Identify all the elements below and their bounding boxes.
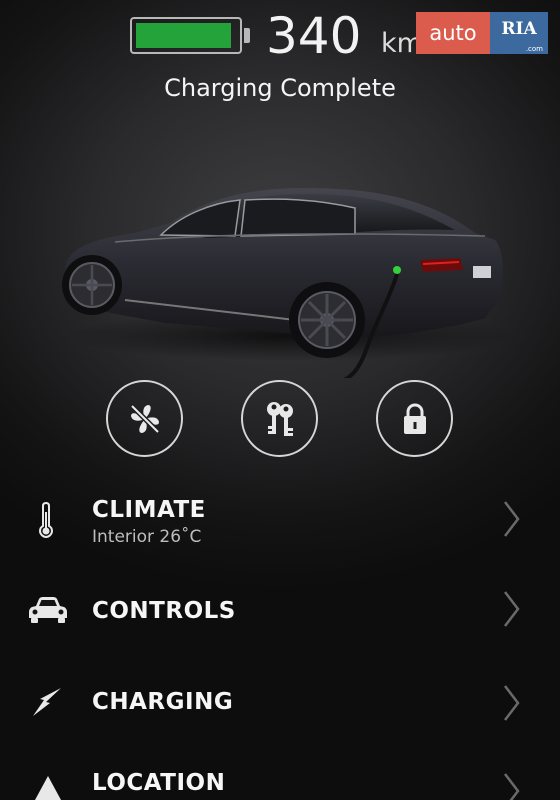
keys-button[interactable]: [241, 380, 318, 457]
car-front-icon: [29, 597, 67, 623]
menu-item-controls[interactable]: CONTROLS: [0, 590, 560, 640]
menu-item-location[interactable]: LOCATION: [0, 764, 560, 800]
battery-indicator: [130, 17, 242, 54]
chevron-right-icon: [504, 685, 520, 721]
watermark-ria: RIA .com: [490, 12, 548, 54]
chevron-right-icon: [504, 773, 520, 800]
lock-icon: [403, 402, 426, 434]
location-arrow-icon: [35, 776, 61, 800]
watermark-auto: auto: [416, 12, 490, 54]
fan-icon: [129, 403, 160, 434]
location-title: LOCATION: [92, 770, 226, 796]
charging-status: Charging Complete: [164, 74, 396, 102]
controls-title: CONTROLS: [92, 598, 236, 624]
charging-title: CHARGING: [92, 689, 234, 715]
lock-button[interactable]: [376, 380, 453, 457]
fan-button[interactable]: [106, 380, 183, 457]
watermark-ria-text: RIA: [501, 19, 537, 39]
car-image: [62, 188, 515, 378]
thermometer-icon: [38, 502, 54, 538]
keys-icon: [266, 401, 293, 436]
menu-item-climate[interactable]: CLIMATE Interior 26˚C: [0, 490, 560, 560]
chevron-right-icon: [504, 501, 520, 537]
battery-level-fill: [136, 23, 231, 48]
lightning-bolt-icon: [33, 688, 61, 716]
battery-tip: [244, 28, 250, 43]
chevron-right-icon: [504, 591, 520, 627]
range-value: 340: [266, 7, 362, 65]
auto-ria-watermark: auto RIA .com: [416, 12, 548, 54]
climate-subtitle: Interior 26˚C: [92, 527, 202, 547]
menu-item-charging[interactable]: CHARGING: [0, 682, 560, 732]
watermark-domain: .com: [525, 45, 543, 53]
climate-title: CLIMATE: [92, 497, 206, 523]
